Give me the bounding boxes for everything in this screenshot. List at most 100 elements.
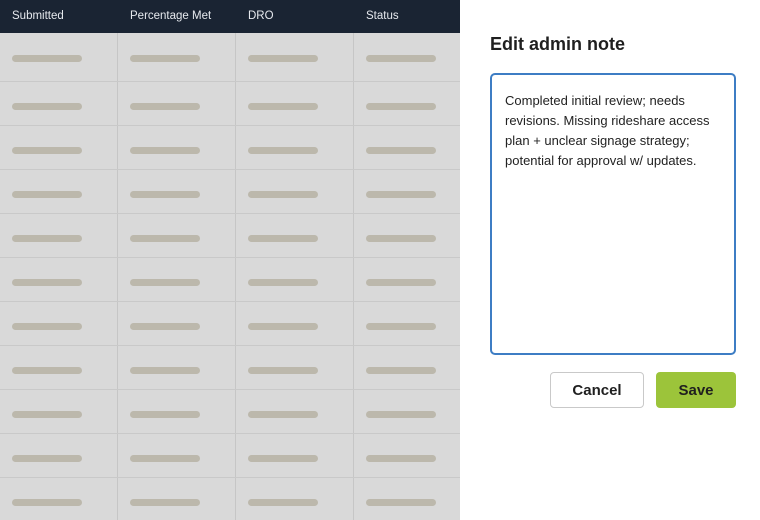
table-row[interactable] <box>0 126 460 170</box>
loading-placeholder-bar <box>130 279 200 286</box>
table-cell <box>236 478 354 520</box>
column-header-percentage-met[interactable]: Percentage Met <box>130 10 211 22</box>
table-cell <box>236 346 354 389</box>
table-cell <box>0 33 118 81</box>
loading-placeholder-bar <box>12 103 82 110</box>
loading-placeholder-bar <box>12 323 82 330</box>
table-row[interactable] <box>0 346 460 390</box>
loading-placeholder-bar <box>248 411 318 418</box>
table-row[interactable] <box>0 170 460 214</box>
loading-placeholder-bar <box>366 235 436 242</box>
table-cell <box>354 434 460 477</box>
loading-placeholder-bar <box>248 55 318 62</box>
table-row[interactable] <box>0 302 460 346</box>
loading-placeholder-bar <box>130 323 200 330</box>
table-row[interactable] <box>0 390 460 434</box>
column-header-submitted[interactable]: Submitted <box>12 10 64 22</box>
data-table: Submitted Percentage Met DRO Status <box>0 0 460 520</box>
loading-placeholder-bar <box>248 103 318 110</box>
loading-placeholder-bar <box>366 147 436 154</box>
cancel-button[interactable]: Cancel <box>550 372 644 408</box>
table-row[interactable] <box>0 258 460 302</box>
panel-title: Edit admin note <box>490 34 625 54</box>
table-cell <box>354 82 460 125</box>
table-header: Submitted Percentage Met DRO Status <box>0 0 460 33</box>
table-cell <box>118 214 236 257</box>
table-cell <box>354 258 460 301</box>
table-row[interactable] <box>0 434 460 478</box>
table-cell <box>236 82 354 125</box>
table-cell <box>0 478 118 520</box>
table-cell <box>118 390 236 433</box>
loading-placeholder-bar <box>366 499 436 506</box>
table-cell <box>354 478 460 520</box>
loading-placeholder-bar <box>130 455 200 462</box>
loading-placeholder-bar <box>248 455 318 462</box>
table-row[interactable] <box>0 214 460 258</box>
loading-placeholder-bar <box>130 191 200 198</box>
loading-placeholder-bar <box>12 499 82 506</box>
column-header-status[interactable]: Status <box>366 10 399 22</box>
app: Submitted Percentage Met DRO Status Edit… <box>0 0 760 520</box>
table-cell <box>118 258 236 301</box>
table-cell <box>118 346 236 389</box>
loading-placeholder-bar <box>12 235 82 242</box>
table-cell <box>118 170 236 213</box>
loading-placeholder-bar <box>248 323 318 330</box>
table-cell <box>0 434 118 477</box>
loading-placeholder-bar <box>366 191 436 198</box>
loading-placeholder-bar <box>248 147 318 154</box>
table-cell <box>354 170 460 213</box>
save-button[interactable]: Save <box>656 372 736 408</box>
table-cell <box>236 258 354 301</box>
column-header-dro[interactable]: DRO <box>248 10 274 22</box>
table-cell <box>354 346 460 389</box>
loading-placeholder-bar <box>366 279 436 286</box>
loading-placeholder-bar <box>248 191 318 198</box>
table-cell <box>236 214 354 257</box>
loading-placeholder-bar <box>248 367 318 374</box>
table-cell <box>354 126 460 169</box>
loading-placeholder-bar <box>12 455 82 462</box>
table-cell <box>354 33 460 81</box>
loading-placeholder-bar <box>248 279 318 286</box>
table-row[interactable] <box>0 33 460 82</box>
table-cell <box>118 126 236 169</box>
table-cell <box>118 478 236 520</box>
loading-placeholder-bar <box>366 55 436 62</box>
table-cell <box>118 434 236 477</box>
table-cell <box>0 126 118 169</box>
table-cell <box>0 346 118 389</box>
loading-placeholder-bar <box>130 367 200 374</box>
table-cell <box>236 126 354 169</box>
loading-placeholder-bar <box>12 279 82 286</box>
table-cell <box>0 390 118 433</box>
table-cell <box>118 33 236 81</box>
table-row[interactable] <box>0 478 460 520</box>
edit-note-panel: Edit admin note Cancel Save <box>460 0 760 520</box>
loading-placeholder-bar <box>12 55 82 62</box>
table-cell <box>118 302 236 345</box>
table-cell <box>236 302 354 345</box>
loading-placeholder-bar <box>130 499 200 506</box>
loading-placeholder-bar <box>366 455 436 462</box>
loading-placeholder-bar <box>12 147 82 154</box>
loading-placeholder-bar <box>12 191 82 198</box>
loading-placeholder-bar <box>130 147 200 154</box>
loading-placeholder-bar <box>130 103 200 110</box>
loading-placeholder-bar <box>366 323 436 330</box>
table-row[interactable] <box>0 82 460 126</box>
loading-placeholder-bar <box>248 499 318 506</box>
loading-placeholder-bar <box>130 235 200 242</box>
loading-placeholder-bar <box>248 235 318 242</box>
admin-note-textarea[interactable] <box>490 73 736 355</box>
table-cell <box>354 390 460 433</box>
table-cell <box>236 33 354 81</box>
table-cell <box>0 82 118 125</box>
table-cell <box>236 390 354 433</box>
table-cell <box>236 170 354 213</box>
table-cell <box>0 258 118 301</box>
table-cell <box>118 82 236 125</box>
table-cell <box>0 302 118 345</box>
table-cell <box>354 302 460 345</box>
